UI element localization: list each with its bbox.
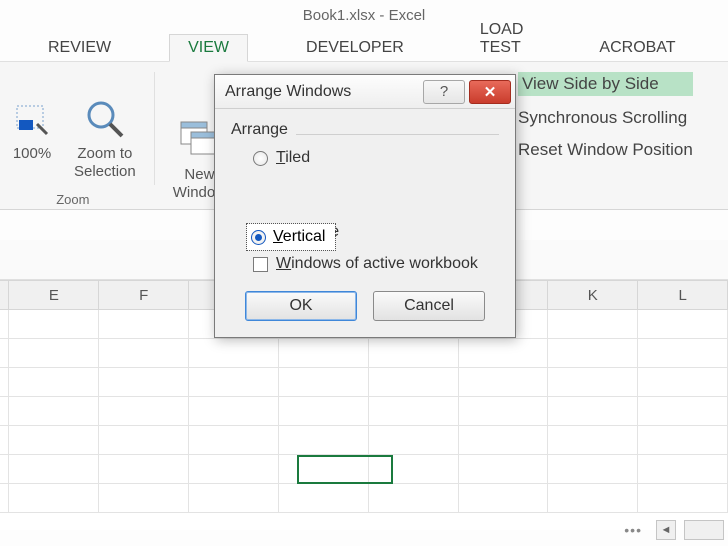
radio-vertical-label: Vertical [273, 228, 325, 246]
ok-button[interactable]: OK [245, 291, 357, 321]
tab-acrobat[interactable]: ACROBAT [581, 35, 693, 61]
column-header[interactable]: F [99, 281, 189, 309]
column-header[interactable]: L [638, 281, 728, 309]
horizontal-scrollbar[interactable]: ••• ◄ [624, 520, 724, 540]
dialog-close-button[interactable]: ✕ [469, 80, 511, 104]
scroll-left-icon[interactable]: ◄ [656, 520, 676, 540]
window-title: Book1.xlsx - Excel [303, 7, 426, 24]
checkbox-active-workbook[interactable]: Windows of active workbook [253, 255, 499, 273]
sheet-nav-dots-icon[interactable]: ••• [624, 522, 642, 538]
arrange-windows-dialog: Arrange Windows ? ✕ Arrange Tiled Horizo… [214, 74, 516, 338]
radio-icon [253, 151, 268, 166]
dialog-title: Arrange Windows [225, 83, 419, 101]
zoom-to-selection-label: Zoom to Selection [74, 145, 136, 183]
cancel-button[interactable]: Cancel [373, 291, 485, 321]
tab-developer[interactable]: DEVELOPER [288, 35, 422, 61]
reset-window-position-button[interactable]: Reset Window Position [518, 140, 693, 160]
column-header[interactable] [0, 281, 9, 309]
magnifier-icon [83, 97, 127, 141]
active-cell[interactable] [297, 455, 393, 484]
help-icon: ? [440, 83, 448, 100]
window-titlebar: Book1.xlsx - Excel [0, 0, 728, 30]
tab-view[interactable]: VIEW [169, 34, 248, 62]
radio-tiled-label: Tiled [276, 149, 310, 167]
window-side-options: View Side by Side Synchronous Scrolling … [518, 72, 693, 160]
synchronous-scrolling-button[interactable]: Synchronous Scrolling [518, 108, 693, 128]
checkbox-icon [253, 257, 268, 272]
scroll-track[interactable] [684, 520, 724, 540]
tab-load-test[interactable]: LOAD TEST [462, 17, 542, 61]
zoom-to-selection-button[interactable]: Zoom to Selection [64, 93, 146, 187]
grid[interactable] [0, 310, 728, 530]
radio-tiled[interactable]: Tiled [253, 149, 499, 167]
tab-review[interactable]: REVIEW [30, 35, 129, 61]
ribbon-tabs: REVIEW VIEW DEVELOPER LOAD TEST ACROBAT … [0, 30, 728, 62]
column-header[interactable]: E [9, 281, 99, 309]
radio-vertical[interactable]: Vertical [247, 224, 335, 250]
view-side-by-side-button[interactable]: View Side by Side [518, 72, 693, 96]
radio-icon [251, 230, 266, 245]
dialog-titlebar[interactable]: Arrange Windows ? ✕ [215, 75, 515, 109]
dialog-help-button[interactable]: ? [423, 80, 465, 104]
group-label-zoom: Zoom [0, 186, 146, 207]
arrange-group-label: Arrange [231, 121, 288, 139]
close-icon: ✕ [484, 83, 497, 101]
checkbox-label: Windows of active workbook [276, 255, 478, 273]
zoom-100-icon [10, 97, 54, 141]
column-header[interactable]: K [548, 281, 638, 309]
zoom-100-button[interactable]: 100% [0, 93, 64, 187]
zoom-100-label: 100% [13, 145, 51, 164]
